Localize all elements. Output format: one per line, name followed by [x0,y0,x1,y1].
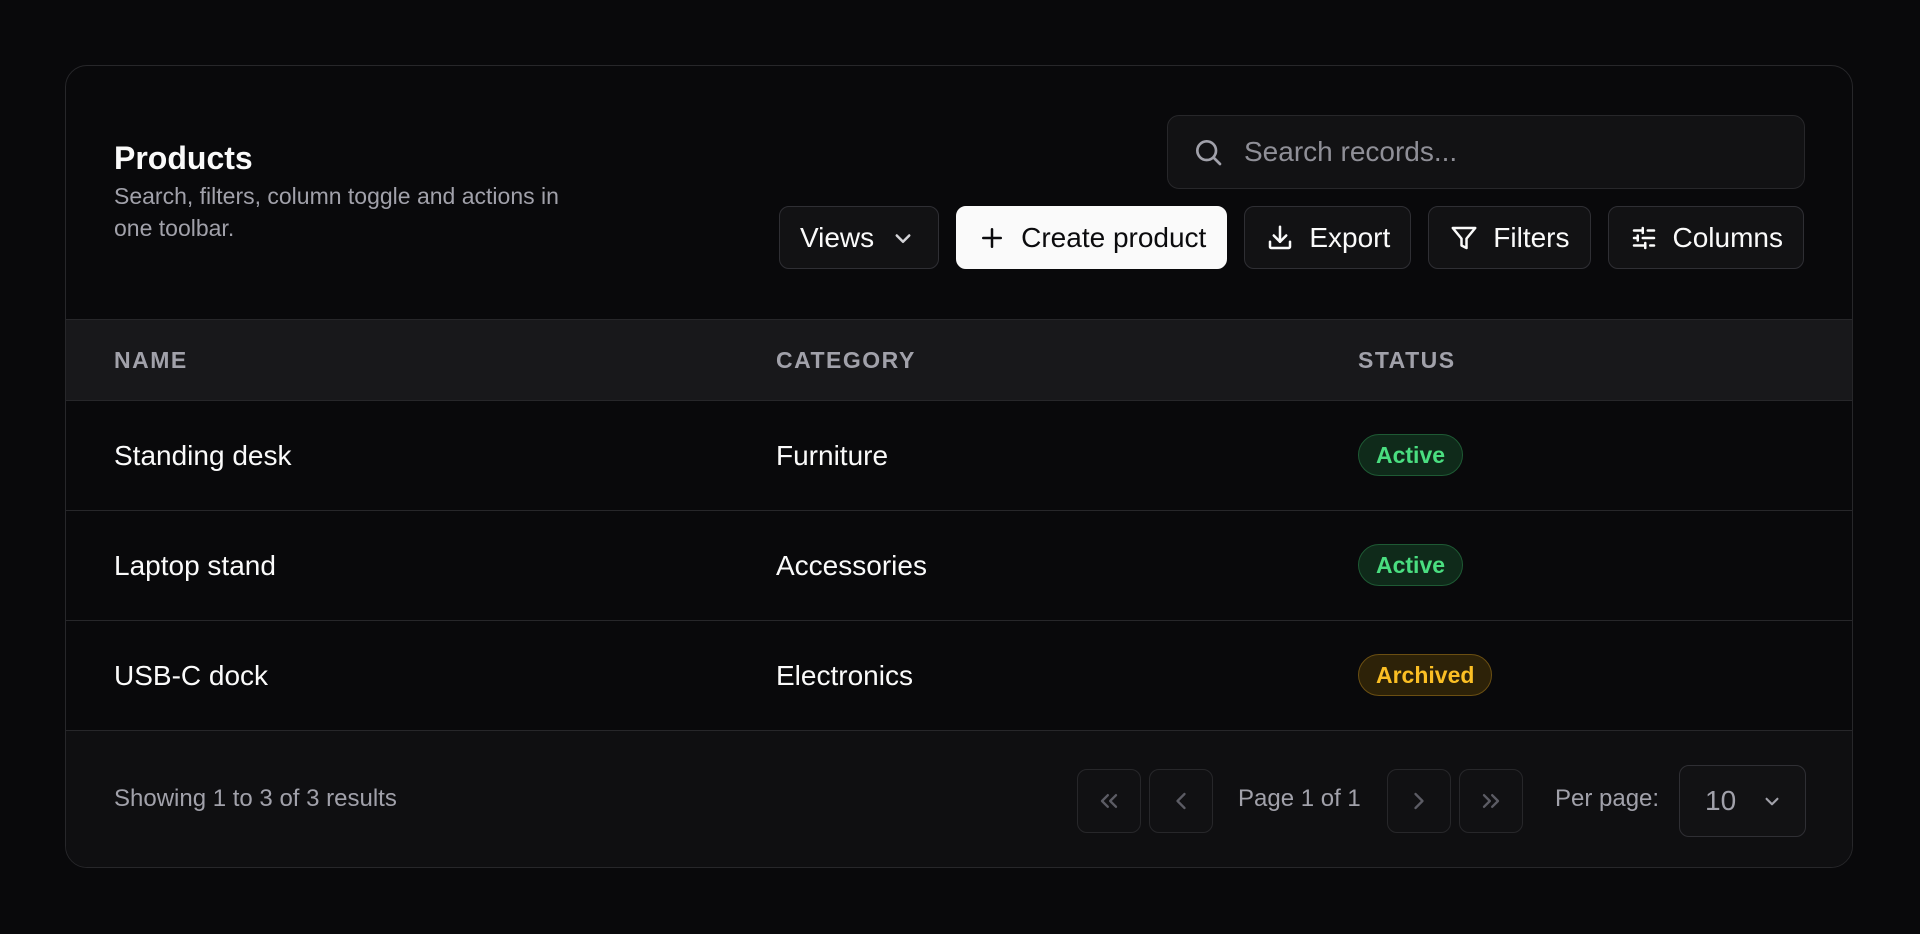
toolbar-actions: Views Create product Export Filters Colu… [778,206,1804,269]
page-subtitle: Search, filters, column toggle and actio… [114,183,559,241]
cell-name: Laptop stand [114,550,276,581]
page-title: Products [114,140,253,176]
filter-icon [1449,223,1479,253]
results-summary: Showing 1 to 3 of 3 results [114,785,397,812]
chevron-down-icon [1759,788,1785,814]
columns-label: Columns [1672,221,1783,253]
table-footer: Showing 1 to 3 of 3 results Page 1 of 1 … [66,731,1852,867]
per-page-select[interactable]: 10 [1679,765,1806,837]
next-page-button[interactable] [1387,769,1451,833]
download-icon [1265,223,1295,253]
create-product-label: Create product [1021,221,1207,253]
plus-icon [977,223,1007,253]
search-input[interactable] [1242,115,1804,189]
table-row[interactable]: USB-C dock Electronics Archived [66,621,1852,731]
export-button[interactable]: Export [1244,206,1412,269]
chevrons-left-icon [1095,787,1123,815]
export-label: Export [1309,221,1391,253]
views-label: Views [799,221,875,253]
title-block: Products Search, filters, column toggle … [114,138,594,244]
search-icon [1192,136,1224,168]
filters-label: Filters [1493,221,1570,253]
column-header-category[interactable]: CATEGORY [776,320,916,400]
column-header-name[interactable]: NAME [114,320,188,400]
chevron-left-icon [1167,787,1195,815]
chevron-right-icon [1405,787,1433,815]
chevrons-right-icon [1477,787,1505,815]
cell-category: Accessories [776,550,927,581]
last-page-button[interactable] [1459,769,1523,833]
per-page-label: Per page: [1555,785,1660,812]
status-badge: Active [1358,434,1464,476]
page-indicator: Page 1 of 1 [1238,785,1361,812]
chevron-down-icon [888,223,918,253]
table-row[interactable]: Laptop stand Accessories Active [66,511,1852,621]
table-header: NAME CATEGORY STATUS [66,319,1852,401]
toolbar: Products Search, filters, column toggle … [66,66,1852,319]
table-row[interactable]: Standing desk Furniture Active [66,401,1852,511]
filters-button[interactable]: Filters [1428,206,1591,269]
per-page-value: 10 [1705,785,1737,816]
sliders-icon [1629,223,1659,253]
columns-button[interactable]: Columns [1607,206,1804,269]
create-product-button[interactable]: Create product [956,206,1228,269]
search-box[interactable] [1167,115,1805,189]
status-badge: Active [1358,544,1464,586]
first-page-button[interactable] [1077,769,1141,833]
views-button[interactable]: Views [778,206,940,269]
cell-category: Furniture [776,440,889,471]
column-header-status[interactable]: STATUS [1358,320,1456,400]
cell-name: USB-C dock [114,660,269,691]
cell-name: Standing desk [114,440,292,471]
previous-page-button[interactable] [1149,769,1213,833]
status-badge: Archived [1358,654,1493,696]
cell-category: Electronics [776,660,913,691]
products-card: Products Search, filters, column toggle … [65,65,1853,868]
